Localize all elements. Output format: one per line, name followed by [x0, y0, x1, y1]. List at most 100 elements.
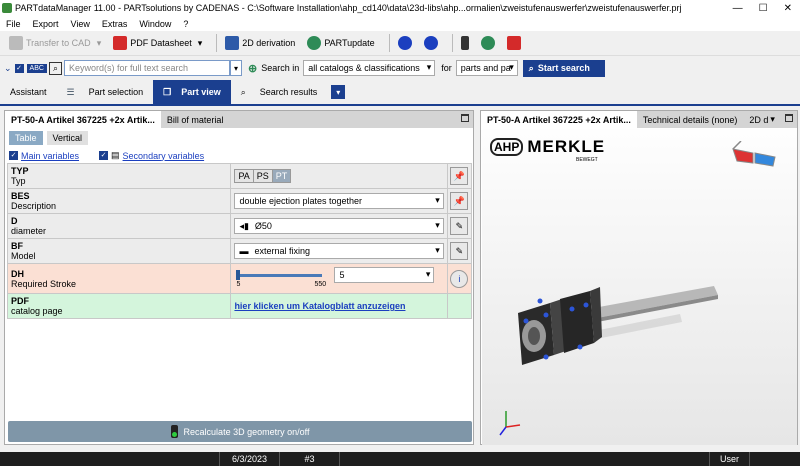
catalogs-dropdown[interactable]: all catalogs & classifications: [303, 60, 436, 76]
refresh-button[interactable]: [478, 33, 498, 53]
currency-button[interactable]: [395, 33, 415, 53]
pin-icon[interactable]: 📌: [450, 192, 469, 210]
update-icon: [307, 36, 322, 50]
chevron-down-icon[interactable]: ▾: [198, 38, 203, 49]
stroke-slider[interactable]: [238, 273, 323, 277]
fixing-icon: ▬: [239, 246, 249, 256]
app-icon: [2, 3, 12, 13]
add-tab-button[interactable]: ▾: [331, 85, 346, 99]
table-row: BES Description double ejection plates to…: [6, 188, 473, 214]
parts-dropdown[interactable]: parts and pa: [455, 60, 518, 76]
table-row: TYP Typ PA PS PT 📌: [6, 163, 473, 189]
menu-export[interactable]: Export: [33, 19, 59, 29]
transfer-to-cad-button[interactable]: Transfer to CAD ▾: [6, 33, 104, 53]
subtab-table[interactable]: Table: [9, 131, 43, 145]
secondary-variables-checkbox[interactable]: ✓: [99, 151, 109, 160]
pdf-export-button[interactable]: [504, 33, 524, 53]
expand-icon[interactable]: ⌄: [4, 63, 12, 74]
traffic-light-button[interactable]: [458, 33, 472, 53]
variables-table: TYP Typ PA PS PT 📌 BES Description double ej…: [6, 163, 473, 319]
toolbar: Transfer to CAD ▾ PDF Datasheet ▾ 2D der…: [0, 31, 800, 56]
3d-view-pane: PT-50-A Artikel 367225 +2x Artik... Tech…: [480, 110, 798, 445]
main-variables-checkbox[interactable]: ✓: [9, 151, 18, 160]
2d-derivation-button[interactable]: 2D derivation: [222, 33, 298, 53]
refresh-icon: [480, 36, 495, 50]
catalog-page-link[interactable]: hier klicken um Katalogblatt anzuzeigen: [234, 301, 405, 311]
tab-technical-details[interactable]: Technical details (none): [637, 111, 744, 128]
edit-icon[interactable]: ✎: [450, 242, 469, 260]
search-in-label: Search in: [261, 63, 300, 73]
abc-toggle[interactable]: ABC: [26, 63, 47, 73]
search-dropdown-button[interactable]: ▾: [230, 60, 242, 76]
status-date: 6/3/2023: [220, 452, 280, 466]
info-icon[interactable]: i: [450, 269, 469, 288]
tab-2d[interactable]: 2D d ▾: [743, 111, 781, 128]
chevron-down-icon[interactable]: ▾: [97, 38, 102, 49]
drawing-icon: [225, 36, 240, 50]
part-variables-pane: PT-50-A Artikel 367225 +2x Artik... Bill…: [4, 110, 474, 445]
search-mode-icon[interactable]: ⌕: [48, 61, 62, 75]
partupdate-button[interactable]: PARTupdate: [304, 33, 377, 53]
typ-selector[interactable]: PA PS PT: [234, 169, 292, 183]
menu-view[interactable]: View: [71, 19, 90, 29]
menu-extras[interactable]: Extras: [102, 19, 128, 29]
tab-search-results[interactable]: ⌕ Search results: [231, 80, 328, 104]
add-button[interactable]: [421, 33, 441, 53]
tab-part-selection[interactable]: ☰ Part selection: [57, 80, 154, 104]
for-label: for: [441, 63, 452, 73]
search-checkbox[interactable]: ✓: [14, 63, 24, 73]
recalculate-geometry-button[interactable]: Recalculate 3D geometry on/off: [8, 421, 472, 442]
fulltext-search-input[interactable]: Keyword(s) for full text search: [64, 60, 230, 76]
model-dropdown[interactable]: ▬ external fixing: [234, 243, 444, 259]
main-variables-link[interactable]: Main variables: [21, 151, 79, 161]
minimize-button[interactable]: —: [733, 3, 743, 14]
pdf-datasheet-button[interactable]: PDF Datasheet ▾: [110, 33, 205, 53]
title-bar: PARTdataManager 11.00 - PARTsolutions by…: [0, 0, 800, 16]
menu-help[interactable]: ?: [183, 19, 188, 29]
arrow-icon: ◂▮: [239, 220, 249, 231]
table-row: BFModel ▬external fixing ✎: [6, 238, 473, 264]
part-model: [499, 286, 718, 436]
slider-handle[interactable]: [236, 269, 241, 280]
table-row: DHRequired Stroke 5 550 5 i: [6, 263, 473, 294]
add-search-icon[interactable]: ⊕: [248, 62, 257, 75]
status-bar: 6/3/2023 #3 User: [0, 452, 800, 466]
variables-icon: ▤: [111, 150, 120, 160]
menu-bar: File Export View Extras Window ?: [0, 16, 800, 31]
maximize-pane-icon[interactable]: [461, 114, 469, 122]
search-icon: ⌕: [240, 86, 246, 97]
edit-icon[interactable]: ✎: [450, 217, 469, 235]
secondary-variables-link[interactable]: Secondary variables: [123, 151, 205, 161]
tab-bill-of-material[interactable]: Bill of material: [161, 111, 230, 128]
euro-icon: [397, 36, 412, 50]
start-search-button[interactable]: ⌕ Start search: [522, 59, 605, 77]
window-title: PARTdataManager 11.00 - PARTsolutions by…: [15, 3, 682, 13]
subtab-vertical[interactable]: Vertical: [46, 131, 89, 145]
close-button[interactable]: ✕: [784, 3, 792, 14]
tab-assistant[interactable]: Assistant: [0, 80, 57, 104]
pdf-icon: [506, 36, 521, 50]
3d-viewer[interactable]: AHP MERKLE BEWEGT: [482, 129, 797, 445]
stroke-input[interactable]: 5: [334, 266, 435, 283]
pin-icon[interactable]: 📌: [450, 167, 469, 185]
main-tabs: Assistant ☰ Part selection ❒ Part view ⌕…: [0, 80, 800, 106]
traffic-light-icon: [460, 36, 469, 50]
maximize-pane-icon[interactable]: [785, 114, 793, 122]
maximize-button[interactable]: ☐: [759, 3, 768, 14]
cube-icon: ❒: [163, 86, 172, 97]
pdf-icon: [113, 36, 128, 50]
tab-3d-part-title[interactable]: PT-50-A Artikel 367225 +2x Artik...: [481, 111, 637, 128]
search-bar: ⌄ ✓ ABC ⌕ Keyword(s) for full text searc…: [0, 57, 800, 79]
search-icon: ⌕: [528, 62, 534, 73]
transfer-icon: [9, 36, 23, 50]
table-row: PDF catalog page hier klicken um Katalogb…: [6, 293, 473, 319]
list-icon: ☰: [66, 86, 75, 97]
diameter-dropdown[interactable]: ◂▮ Ø50: [234, 218, 444, 234]
menu-window[interactable]: Window: [139, 19, 171, 29]
traffic-light-icon: [170, 425, 178, 438]
description-dropdown[interactable]: double ejection plates together: [234, 193, 444, 209]
tab-part-title[interactable]: PT-50-A Artikel 367225 +2x Artik...: [5, 111, 161, 128]
status-user: User: [710, 452, 750, 466]
tab-part-view[interactable]: ❒ Part view: [153, 80, 231, 104]
menu-file[interactable]: File: [6, 19, 21, 29]
